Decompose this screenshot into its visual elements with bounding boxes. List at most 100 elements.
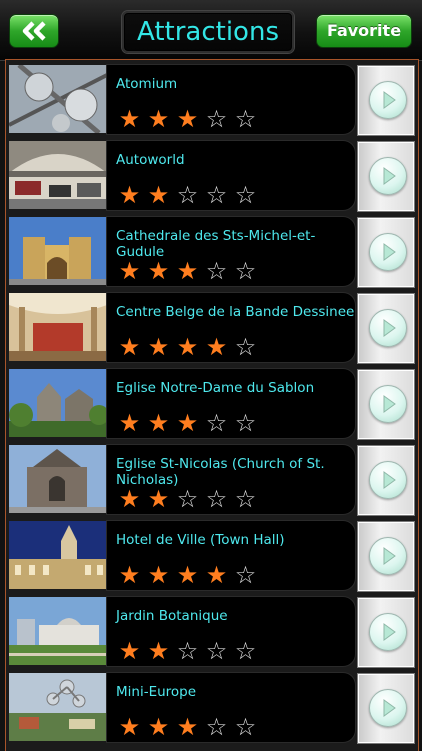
play-arrow-icon xyxy=(369,309,407,347)
attraction-info[interactable]: Centre Belge de la Bande Dessinee ★ ★ ★ ★ ☆ xyxy=(107,293,355,362)
star-rating: ★ ★ ★ ☆ ☆ xyxy=(115,411,260,435)
attraction-thumbnail[interactable] xyxy=(9,65,107,133)
play-arrow-icon xyxy=(369,157,407,195)
attraction-row[interactable]: Eglise Notre-Dame du Sablon ★ ★ ★ ☆ ☆ xyxy=(6,364,418,440)
star-rating: ★ ★ ☆ ☆ ☆ xyxy=(115,487,260,511)
star-filled-icon: ★ xyxy=(147,333,170,361)
attraction-info[interactable]: Mini-Europe ★ ★ ★ ☆ ☆ xyxy=(107,673,355,742)
atomium-photo xyxy=(9,65,107,133)
attraction-info[interactable]: Eglise St-Nicolas (Church of St. Nichola… xyxy=(107,445,355,514)
open-detail-button[interactable] xyxy=(357,369,415,440)
star-filled-icon: ★ xyxy=(118,713,141,741)
attraction-info[interactable]: Atomium ★ ★ ★ ☆ ☆ xyxy=(107,65,355,134)
attraction-thumbnail[interactable] xyxy=(9,597,107,665)
play-arrow-icon xyxy=(369,81,407,119)
attraction-thumbnail[interactable] xyxy=(9,141,107,209)
attraction-row[interactable]: Autoworld ★ ★ ☆ ☆ ☆ xyxy=(6,136,418,212)
star-rating: ★ ★ ★ ☆ ☆ xyxy=(115,715,260,739)
play-arrow-icon xyxy=(369,613,407,651)
star-empty-icon: ☆ xyxy=(234,257,257,285)
open-detail-button[interactable] xyxy=(357,141,415,212)
open-detail-button[interactable] xyxy=(357,217,415,288)
open-detail-button[interactable] xyxy=(357,597,415,668)
star-filled-icon: ★ xyxy=(147,637,170,665)
navigation-bar: Attractions Favorite xyxy=(0,0,422,61)
attraction-info[interactable]: Autoworld ★ ★ ☆ ☆ ☆ xyxy=(107,141,355,210)
attraction-thumbnail[interactable] xyxy=(9,217,107,285)
comics-centre-photo xyxy=(9,293,107,361)
attraction-thumbnail[interactable] xyxy=(9,293,107,361)
star-filled-icon: ★ xyxy=(176,105,199,133)
cathedral-photo xyxy=(9,217,107,285)
play-arrow-icon xyxy=(369,689,407,727)
star-rating: ★ ★ ★ ☆ ☆ xyxy=(115,107,260,131)
star-filled-icon: ★ xyxy=(147,409,170,437)
attraction-name: Eglise Notre-Dame du Sablon xyxy=(116,380,315,396)
star-empty-icon: ☆ xyxy=(205,713,228,741)
attraction-info[interactable]: Cathedrale des Sts-Michel-et-Gudule ★ ★ ★ ☆ ☆ xyxy=(107,217,355,286)
star-filled-icon: ★ xyxy=(118,485,141,513)
star-filled-icon: ★ xyxy=(118,105,141,133)
town-hall-photo xyxy=(9,521,107,589)
attraction-row[interactable]: Centre Belge de la Bande Dessinee ★ ★ ★ ★ ☆ xyxy=(6,288,418,364)
attraction-name: Centre Belge de la Bande Dessinee xyxy=(116,304,355,320)
star-filled-icon: ★ xyxy=(147,105,170,133)
star-empty-icon: ☆ xyxy=(205,637,228,665)
sablon-church-photo xyxy=(9,369,107,437)
open-detail-button[interactable] xyxy=(357,293,415,364)
star-filled-icon: ★ xyxy=(147,485,170,513)
play-arrow-icon xyxy=(369,233,407,271)
attraction-name: Atomium xyxy=(116,76,178,92)
attraction-info[interactable]: Eglise Notre-Dame du Sablon ★ ★ ★ ☆ ☆ xyxy=(107,369,355,438)
star-filled-icon: ★ xyxy=(176,257,199,285)
attraction-row[interactable]: Eglise St-Nicolas (Church of St. Nichola… xyxy=(6,440,418,516)
attraction-name: Hotel de Ville (Town Hall) xyxy=(116,532,285,548)
star-filled-icon: ★ xyxy=(176,333,199,361)
star-rating: ★ ★ ★ ★ ☆ xyxy=(115,335,260,359)
star-filled-icon: ★ xyxy=(118,409,141,437)
star-filled-icon: ★ xyxy=(205,333,228,361)
attraction-thumbnail[interactable] xyxy=(9,445,107,513)
star-rating: ★ ★ ★ ☆ ☆ xyxy=(115,259,260,283)
star-empty-icon: ☆ xyxy=(234,181,257,209)
attraction-row[interactable]: Hotel de Ville (Town Hall) ★ ★ ★ ★ ☆ xyxy=(6,516,418,592)
star-filled-icon: ★ xyxy=(118,333,141,361)
attraction-info[interactable]: Hotel de Ville (Town Hall) ★ ★ ★ ★ ☆ xyxy=(107,521,355,590)
page-title: Attractions xyxy=(122,11,294,53)
attraction-row[interactable]: Mini-Europe ★ ★ ★ ☆ ☆ xyxy=(6,668,418,744)
star-empty-icon: ☆ xyxy=(205,257,228,285)
star-filled-icon: ★ xyxy=(147,561,170,589)
star-filled-icon: ★ xyxy=(147,257,170,285)
star-empty-icon: ☆ xyxy=(205,485,228,513)
mini-europe-photo xyxy=(9,673,107,741)
back-button[interactable] xyxy=(9,14,59,48)
open-detail-button[interactable] xyxy=(357,65,415,136)
botanical-garden-photo xyxy=(9,597,107,665)
open-detail-button[interactable] xyxy=(357,521,415,592)
autoworld-photo xyxy=(9,141,107,209)
attraction-info[interactable]: Jardin Botanique ★ ★ ☆ ☆ ☆ xyxy=(107,597,355,666)
attraction-thumbnail[interactable] xyxy=(9,521,107,589)
star-filled-icon: ★ xyxy=(118,257,141,285)
star-empty-icon: ☆ xyxy=(234,637,257,665)
open-detail-button[interactable] xyxy=(357,673,415,744)
attractions-list[interactable]: Atomium ★ ★ ★ ☆ ☆ Autoworld ★ ★ ☆ ☆ ☆ Cathedrale des… xyxy=(5,59,419,751)
attraction-row[interactable]: Jardin Botanique ★ ★ ☆ ☆ ☆ xyxy=(6,592,418,668)
star-filled-icon: ★ xyxy=(118,561,141,589)
star-rating: ★ ★ ☆ ☆ ☆ xyxy=(115,639,260,663)
play-arrow-icon xyxy=(369,385,407,423)
attraction-thumbnail[interactable] xyxy=(9,369,107,437)
attraction-row[interactable]: Cathedrale des Sts-Michel-et-Gudule ★ ★ ★ ☆ ☆ xyxy=(6,212,418,288)
attraction-name: Eglise St-Nicolas (Church of St. Nichola… xyxy=(116,456,325,488)
favorite-button[interactable]: Favorite xyxy=(316,14,412,48)
attraction-name: Cathedrale des Sts-Michel-et-Gudule xyxy=(116,228,316,260)
attraction-row[interactable]: Atomium ★ ★ ★ ☆ ☆ xyxy=(6,60,418,136)
star-empty-icon: ☆ xyxy=(205,105,228,133)
star-rating: ★ ★ ☆ ☆ ☆ xyxy=(115,183,260,207)
attraction-name: Autoworld xyxy=(116,152,185,168)
open-detail-button[interactable] xyxy=(357,445,415,516)
star-empty-icon: ☆ xyxy=(176,181,199,209)
star-filled-icon: ★ xyxy=(118,637,141,665)
star-empty-icon: ☆ xyxy=(234,561,257,589)
attraction-thumbnail[interactable] xyxy=(9,673,107,741)
